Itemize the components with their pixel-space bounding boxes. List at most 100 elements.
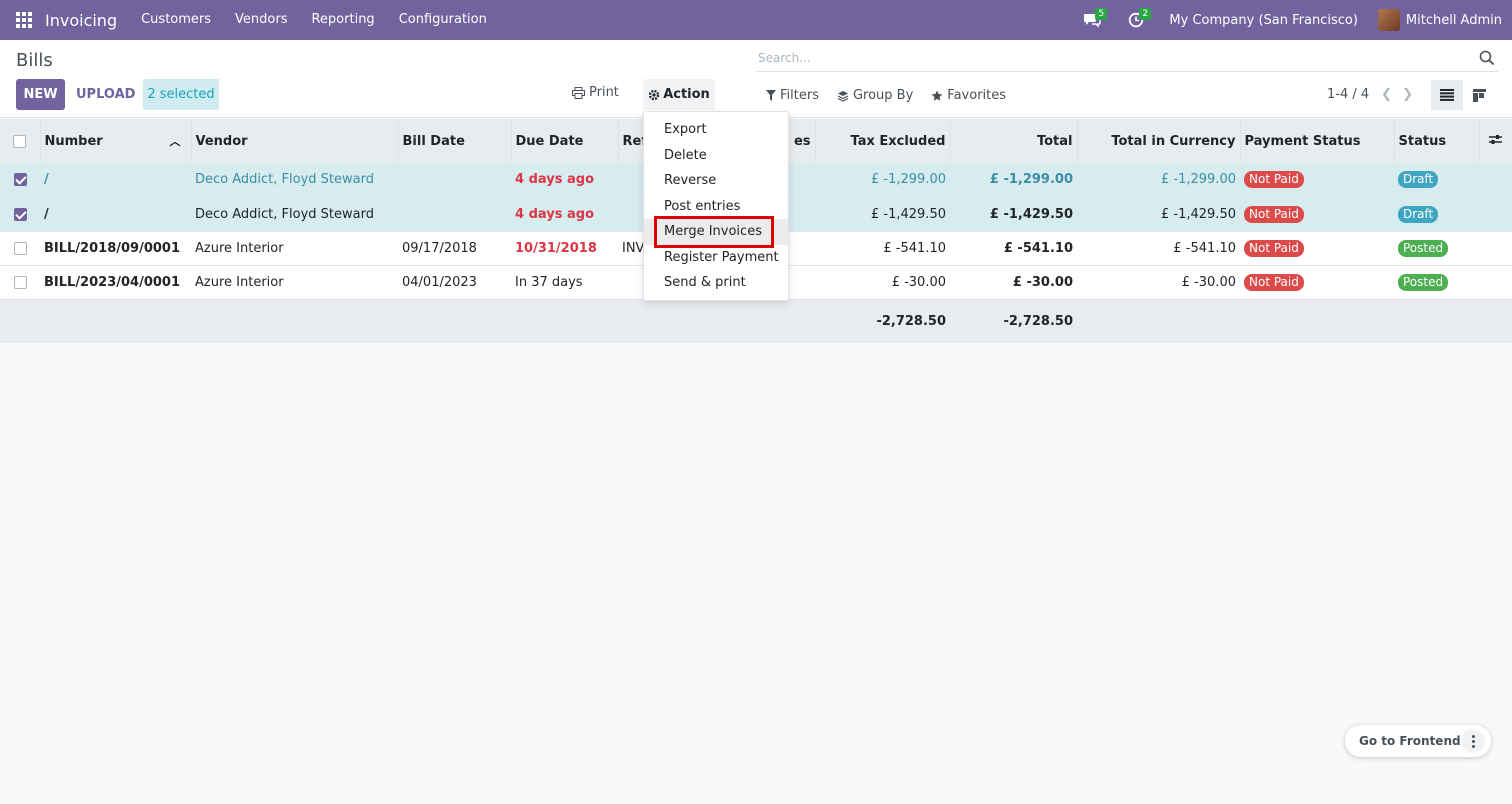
column-number[interactable]: Number ︿ — [40, 119, 192, 163]
activities-count-badge: 2 — [1139, 8, 1152, 20]
groupby-label: Group By — [852, 88, 914, 103]
control-panel: Bills NEW UPLOAD 2 selected Print Action… — [0, 40, 1512, 118]
pager-value[interactable]: 1-4 / 4 — [1327, 87, 1369, 102]
optional-columns-toggle[interactable] — [1479, 119, 1512, 163]
bill-vendor: Azure Interior — [191, 265, 398, 300]
print-icon — [572, 86, 585, 99]
star-icon — [931, 90, 943, 101]
column-vendor[interactable]: Vendor — [191, 119, 399, 163]
page-title[interactable]: Bills — [16, 50, 53, 71]
kanban-view-button[interactable] — [1463, 80, 1495, 110]
groupby-toggle[interactable]: Group By — [837, 88, 913, 103]
bill-date — [398, 197, 511, 232]
user-menu[interactable]: Mitchell Admin — [1406, 13, 1502, 28]
bill-total-currency: £ -30.00 — [1077, 265, 1240, 300]
filter-icon — [766, 90, 776, 101]
activities-button[interactable]: 2 — [1125, 0, 1152, 40]
favorites-label: Favorites — [947, 88, 1007, 103]
bill-total-currency: £ -1,299.00 — [1077, 163, 1240, 198]
menu-configuration[interactable]: Configuration — [387, 0, 499, 40]
status-badge: Posted — [1398, 239, 1449, 257]
pager-previous-icon[interactable]: ❮ — [1381, 87, 1392, 102]
bill-tax-excluded: £ -541.10 — [815, 231, 950, 266]
filters-toggle[interactable]: Filters — [766, 88, 819, 103]
gear-icon — [648, 89, 660, 100]
action-button[interactable]: Action — [643, 79, 715, 110]
selection-count-badge[interactable]: 2 selected — [143, 79, 219, 110]
status-badge: Posted — [1398, 273, 1449, 291]
bill-tax-excluded: £ -1,299.00 — [815, 163, 950, 198]
company-switcher[interactable]: My Company (San Francisco) — [1169, 13, 1357, 28]
payment-status-badge: Not Paid — [1244, 205, 1304, 223]
bill-date — [398, 163, 511, 198]
column-status[interactable]: Status — [1394, 119, 1480, 163]
user-avatar[interactable] — [1377, 9, 1400, 31]
column-bill-date[interactable]: Bill Date — [398, 119, 512, 163]
payment-status-badge: Not Paid — [1244, 273, 1304, 291]
menu-item-delete[interactable]: Delete — [644, 143, 788, 169]
pager-next-icon[interactable]: ❯ — [1402, 87, 1413, 102]
top-navbar: Invoicing Customers Vendors Reporting Co… — [0, 0, 1512, 40]
row-checkbox[interactable] — [13, 207, 27, 221]
list-view-button[interactable] — [1431, 80, 1463, 110]
go-to-frontend-widget: Go to Frontend — [1345, 725, 1491, 757]
menu-item-reverse[interactable]: Reverse — [644, 168, 788, 194]
bill-vendor: Deco Addict, Floyd Steward — [191, 163, 398, 198]
print-label: Print — [589, 85, 619, 100]
menu-vendors[interactable]: Vendors — [223, 0, 299, 40]
list-icon — [1440, 89, 1454, 101]
bill-total: £ -1,429.50 — [950, 197, 1077, 232]
action-dropdown-menu: Export Delete Reverse Post entries Merge… — [643, 111, 789, 301]
column-total-currency[interactable]: Total in Currency — [1077, 119, 1241, 163]
menu-customers[interactable]: Customers — [129, 0, 223, 40]
search-bar — [756, 44, 1498, 72]
column-total[interactable]: Total — [950, 119, 1078, 163]
menu-item-export[interactable]: Export — [644, 117, 788, 143]
bill-number: / — [40, 197, 191, 232]
bill-vendor: Azure Interior — [191, 231, 398, 266]
bill-total: £ -541.10 — [950, 231, 1077, 266]
select-all-checkbox[interactable] — [13, 134, 27, 148]
more-options-icon[interactable] — [1461, 729, 1485, 753]
select-all-cell — [0, 119, 41, 163]
bill-total: £ -30.00 — [950, 265, 1077, 300]
bill-date: 04/01/2023 — [398, 265, 511, 300]
row-checkbox[interactable] — [13, 275, 27, 289]
column-due-date[interactable]: Due Date — [511, 119, 619, 163]
column-payment-status[interactable]: Payment Status — [1240, 119, 1395, 163]
go-to-frontend-button[interactable]: Go to Frontend — [1359, 734, 1461, 748]
status-badge: Draft — [1398, 205, 1439, 223]
new-button[interactable]: NEW — [16, 79, 65, 110]
search-icon[interactable] — [1478, 49, 1496, 67]
menu-item-send-print[interactable]: Send & print — [644, 270, 788, 296]
table-footer: -2,728.50 -2,728.50 — [0, 299, 1512, 343]
sliders-icon — [1489, 134, 1503, 144]
app-name[interactable]: Invoicing — [45, 11, 117, 30]
favorites-toggle[interactable]: Favorites — [931, 88, 1006, 103]
payment-status-badge: Not Paid — [1244, 239, 1304, 257]
print-button[interactable]: Print — [572, 85, 619, 100]
apps-menu-icon[interactable] — [16, 12, 32, 28]
row-checkbox[interactable] — [13, 241, 27, 255]
footer-total: -2,728.50 — [950, 299, 1077, 343]
bill-tax-excluded: £ -1,429.50 — [815, 197, 950, 232]
messages-button[interactable]: 5 — [1081, 0, 1108, 40]
pager: 1-4 / 4 ❮ ❯ — [1327, 87, 1413, 102]
bill-total: £ -1,299.00 — [950, 163, 1077, 198]
search-input[interactable] — [756, 50, 1478, 65]
bill-number: BILL/2023/04/0001 — [40, 265, 191, 300]
menu-reporting[interactable]: Reporting — [299, 0, 386, 40]
upload-button[interactable]: UPLOAD — [72, 79, 139, 110]
menu-item-merge-invoices[interactable]: Merge Invoices — [644, 216, 788, 248]
bill-total-currency: £ -1,429.50 — [1077, 197, 1240, 232]
sort-ascending-icon: ︿ — [169, 135, 181, 148]
bill-due-date: In 37 days — [511, 265, 618, 300]
row-checkbox[interactable] — [13, 173, 27, 187]
bill-due-date: 10/31/2018 — [511, 231, 618, 266]
status-badge: Draft — [1398, 171, 1439, 189]
messages-count-badge: 5 — [1095, 8, 1108, 20]
search-options: Filters Group By Favorites — [766, 88, 1006, 103]
column-tax-excluded[interactable]: Tax Excluded — [815, 119, 951, 163]
view-switcher — [1431, 80, 1495, 110]
menu-item-register-payment[interactable]: Register Payment — [644, 245, 788, 271]
